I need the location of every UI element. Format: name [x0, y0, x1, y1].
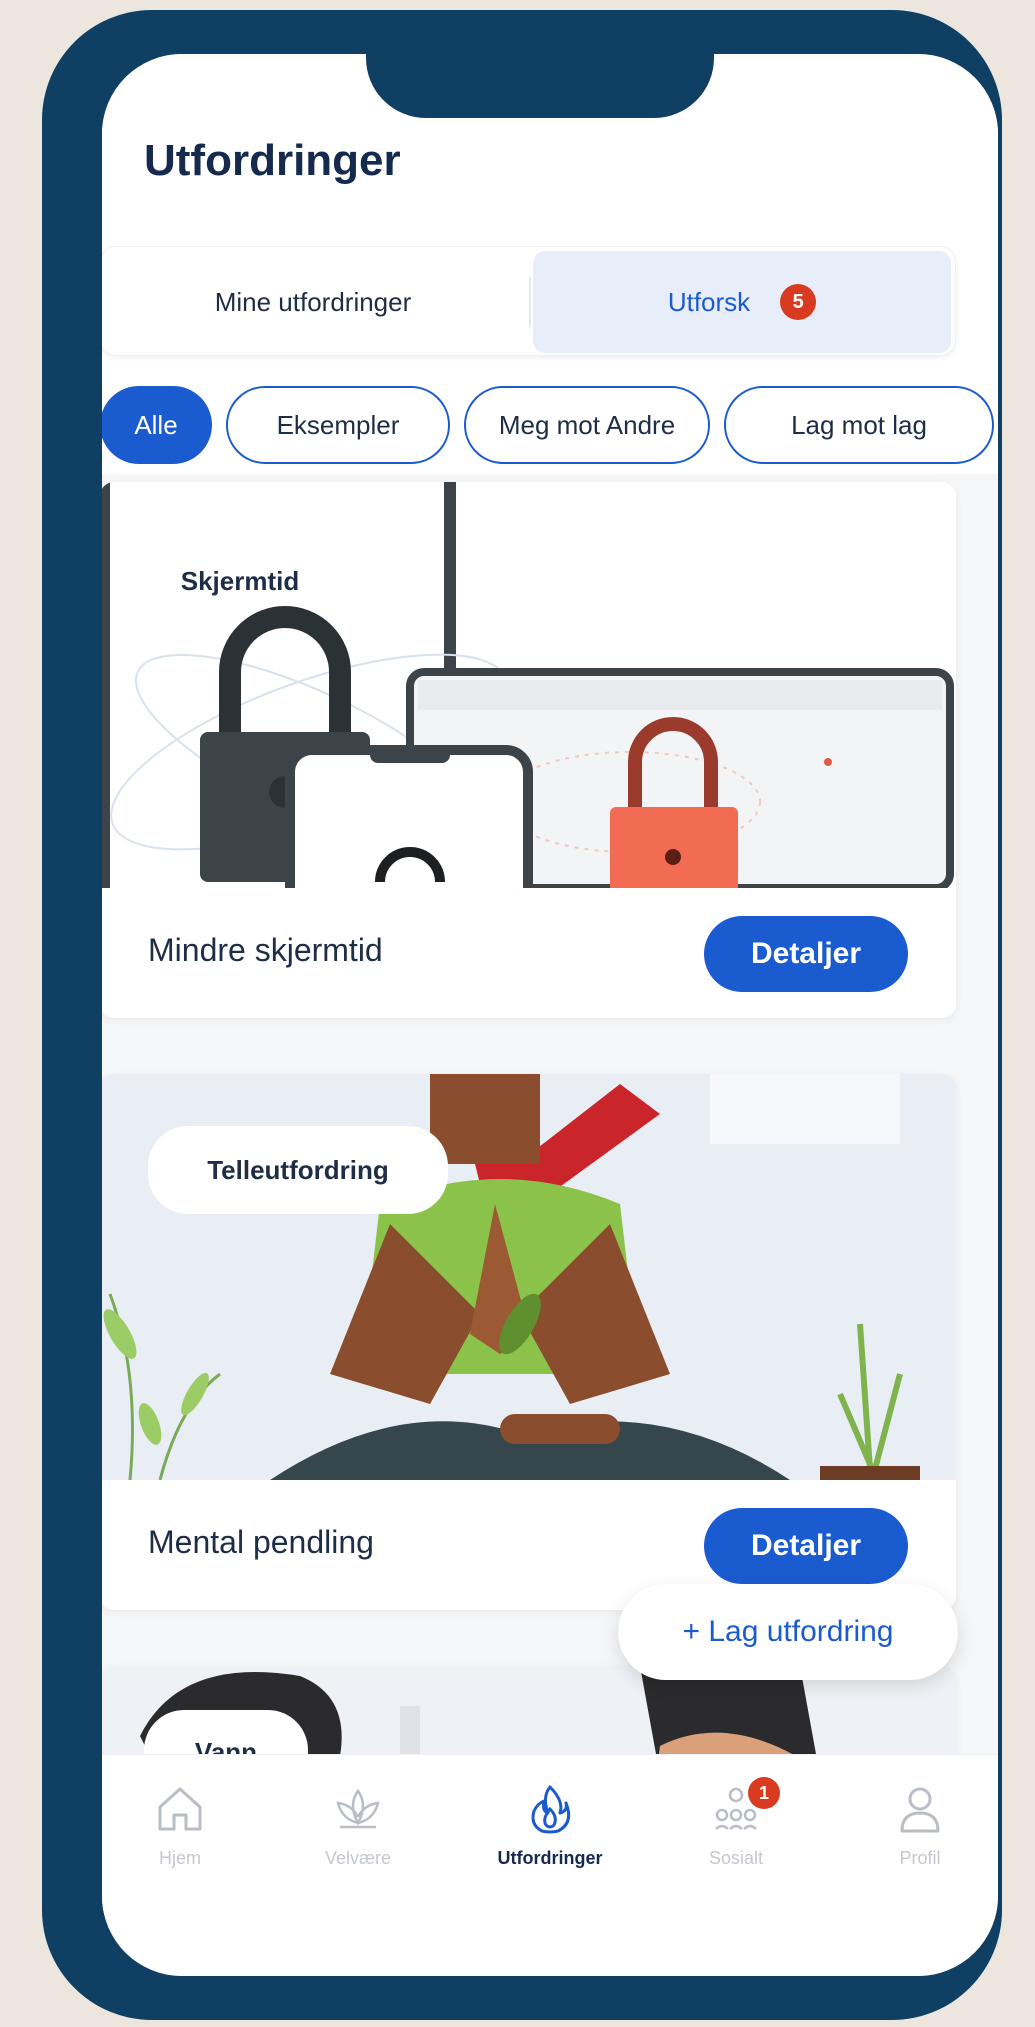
- phone-notch: [366, 44, 714, 118]
- filter-chip-meg-mot-andre[interactable]: Meg mot Andre: [464, 386, 710, 464]
- tab-hjem-label: Hjem: [158, 1848, 201, 1868]
- tab-utforsk-label: Utforsk: [667, 286, 751, 317]
- card-footer: Mindre skjermtid Detaljer: [102, 888, 956, 1018]
- filter-chip-eksempler[interactable]: Eksempler: [226, 386, 450, 464]
- card-title: Mindre skjermtid: [148, 932, 383, 968]
- tab-profil-label: Profil: [899, 1848, 941, 1868]
- card-tag-skjermtid: Skjermtid: [180, 565, 300, 596]
- segmented-control: Mine utfordringer Utforsk 5: [102, 246, 956, 356]
- page-title: Utfordringer: [144, 136, 401, 185]
- utforsk-count-badge: 5: [780, 284, 817, 320]
- person-icon: [900, 1787, 940, 1833]
- tab-sosialt[interactable]: 1 Sosialt: [666, 1777, 806, 1893]
- challenge-card-mental-pendling[interactable]: Telleutfordring Mental pendling Detaljer: [102, 1074, 956, 1610]
- tab-mine-label: Mine utfordringer: [214, 286, 412, 317]
- app-screen: Utfordringer Mine utfordringer Utforsk 5…: [102, 54, 998, 1976]
- tab-utfordringer[interactable]: Utfordringer: [480, 1783, 620, 1893]
- filter-chip-lag-mot-lag[interactable]: Lag mot lag: [724, 386, 994, 464]
- details-button[interactable]: Detaljer: [704, 1508, 908, 1584]
- tab-sosialt-label: Sosialt: [708, 1848, 764, 1868]
- filter-chips: Alle Eksempler Meg mot Andre Lag mot lag: [102, 386, 998, 466]
- sosialt-notification-badge: 1: [748, 1777, 780, 1809]
- tab-utfordringer-label: Utfordringer: [497, 1848, 603, 1868]
- filter-chip-alle[interactable]: Alle: [102, 386, 212, 464]
- tab-mine-utfordringer[interactable]: Mine utfordringer: [102, 247, 525, 357]
- home-icon: [158, 1787, 202, 1831]
- screen-time-illustration: [102, 482, 956, 888]
- flame-icon: [531, 1785, 571, 1834]
- bottom-tab-bar: Hjem Velvære Utfordringer 1 Sosialt Prof…: [102, 1754, 998, 1976]
- details-button[interactable]: Detaljer: [704, 916, 908, 992]
- tab-velvaere[interactable]: Velvære: [288, 1783, 428, 1893]
- challenge-card-skjermtid[interactable]: Skjermtid Mindre skjermtid Detaljer: [102, 482, 956, 1018]
- card-tag-telleutfordring: Telleutfordring: [148, 1126, 448, 1214]
- lotus-icon: [336, 1788, 380, 1829]
- tab-velvaere-label: Velvære: [324, 1848, 392, 1868]
- segment-divider: [529, 277, 531, 327]
- card-title: Mental pendling: [148, 1524, 374, 1560]
- tab-profil[interactable]: Profil: [850, 1783, 990, 1893]
- tab-hjem[interactable]: Hjem: [110, 1783, 250, 1893]
- create-challenge-button[interactable]: + Lag utfordring: [618, 1584, 958, 1680]
- tab-utforsk[interactable]: Utforsk 5: [533, 251, 951, 353]
